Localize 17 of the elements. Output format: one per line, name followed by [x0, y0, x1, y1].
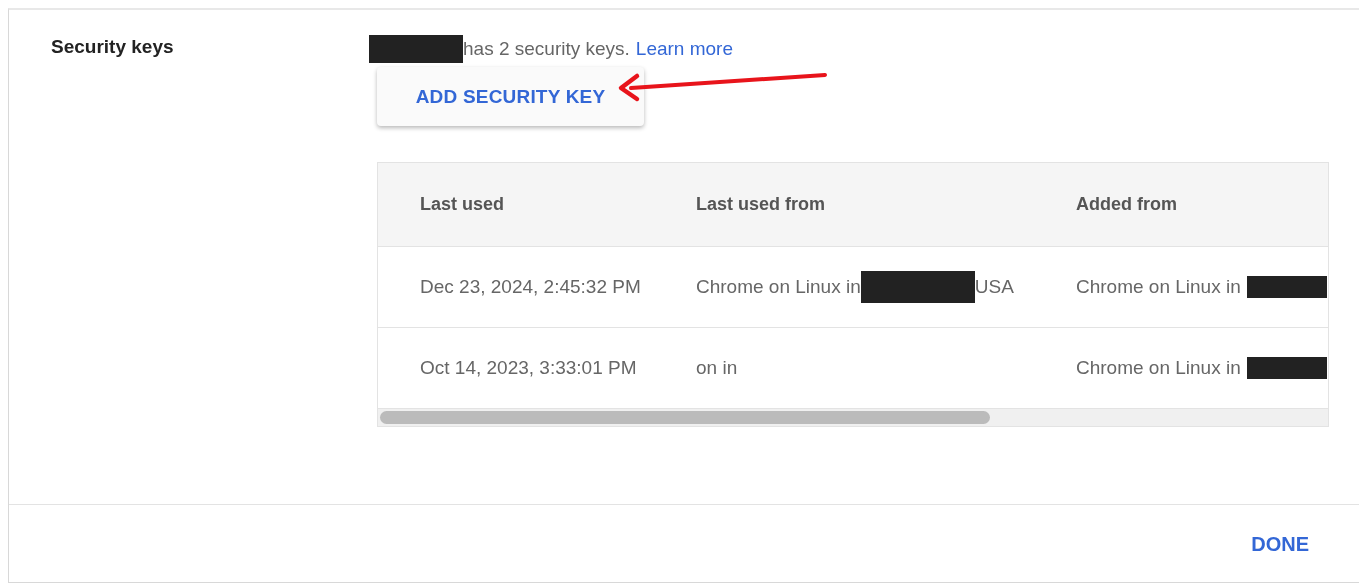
section-label: Security keys	[50, 36, 175, 59]
table-cell: USA	[974, 276, 1014, 298]
summary-text: has 2 security keys.	[463, 38, 630, 60]
table-cell: on in	[696, 357, 738, 379]
learn-more-link[interactable]: Learn more	[635, 38, 733, 60]
done-button[interactable]: DONE	[1251, 529, 1309, 560]
scrollbar[interactable]	[378, 409, 1328, 426]
column-header: Last used from	[696, 193, 827, 216]
column-header: Last used	[419, 193, 506, 216]
scrollbar-thumb[interactable]	[380, 411, 990, 424]
table-cell: Chrome on Linux in	[1076, 357, 1241, 379]
table-cell: Chrome on Linux in	[696, 276, 861, 298]
add-security-key-button[interactable]: ADD SECURITY KEY	[377, 67, 644, 126]
table-cell: Chrome on Linux in	[1076, 276, 1241, 298]
table-cell: Dec 23, 2024, 2:45:32 PM	[420, 276, 641, 298]
column-header: Added from	[1076, 193, 1178, 216]
table-cell: Oct 14, 2023, 3:33:01 PM	[420, 357, 637, 379]
